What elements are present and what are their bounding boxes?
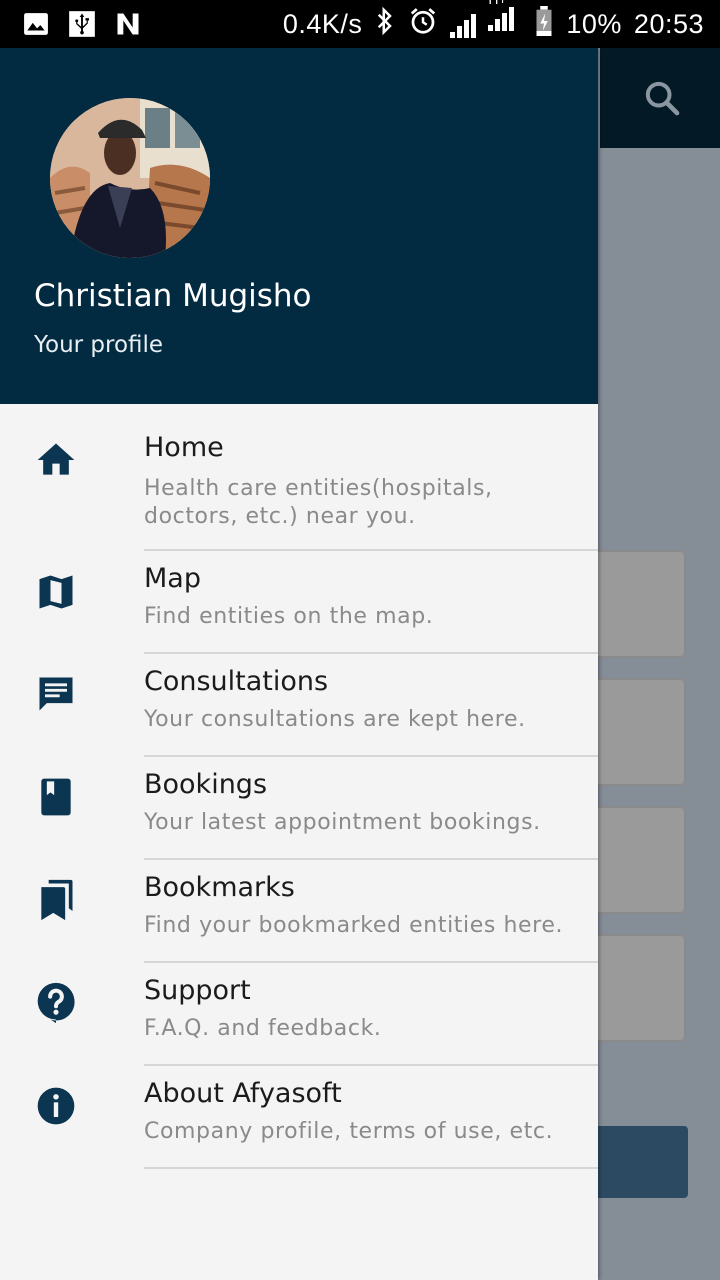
profile-name: Christian Mugisho (34, 278, 312, 314)
home-icon (34, 438, 78, 482)
navigation-drawer: Christian Mugisho Your profile Home Heal… (0, 48, 598, 1280)
network-speed: 0.4K/s (282, 8, 363, 39)
usb-icon (68, 10, 96, 38)
map-icon (34, 570, 78, 614)
alarm-icon (408, 6, 438, 43)
divider (144, 1167, 598, 1169)
battery-icon (534, 5, 554, 43)
drawer-menu: Home Health care entities(hospitals, doc… (0, 404, 598, 1169)
bluetooth-icon (374, 6, 396, 43)
menu-item-bookings[interactable]: Bookings Your latest appointment booking… (0, 757, 598, 860)
menu-description: Find entities on the map. (144, 604, 434, 629)
profile-subtitle[interactable]: Your profile (34, 332, 163, 358)
menu-item-support[interactable]: Support F.A.Q. and feedback. (0, 963, 598, 1066)
avatar[interactable] (50, 98, 210, 258)
help-icon (34, 981, 78, 1025)
menu-item-bookmarks[interactable]: Bookmarks Find your bookmarked entities … (0, 860, 598, 963)
menu-description: Your consultations are kept here. (144, 707, 526, 732)
menu-item-map[interactable]: Map Find entities on the map. (0, 551, 598, 654)
status-bar: 0.4K/s H+ 10% 20:53 (0, 0, 720, 48)
clock: 20:53 (633, 8, 704, 39)
menu-title: About Afyasoft (144, 1078, 342, 1109)
menu-title: Bookings (144, 769, 268, 800)
book-icon (34, 775, 78, 819)
signal-icon: H+ (450, 0, 522, 38)
menu-description: Your latest appointment bookings. (144, 810, 541, 835)
menu-title: Consultations (144, 666, 329, 697)
menu-title: Support (144, 975, 251, 1006)
chat-icon (34, 672, 78, 716)
menu-item-home[interactable]: Home Health care entities(hospitals, doc… (0, 404, 598, 551)
background-card (590, 934, 686, 1042)
menu-title: Map (144, 563, 201, 594)
background-card (590, 550, 686, 658)
background-card (590, 806, 686, 914)
menu-item-consultations[interactable]: Consultations Your consultations are kep… (0, 654, 598, 757)
image-notification-icon (22, 10, 50, 38)
menu-title: Bookmarks (144, 872, 295, 903)
drawer-header[interactable]: Christian Mugisho Your profile (0, 48, 598, 404)
bookmarks-icon (34, 878, 78, 922)
menu-item-about[interactable]: About Afyasoft Company profile, terms of… (0, 1066, 598, 1169)
network-type: H+ (488, 0, 506, 7)
n-notification-icon (114, 10, 142, 38)
menu-title: Home (144, 432, 224, 463)
menu-description: Company profile, terms of use, etc. (144, 1119, 554, 1144)
menu-description: Find your bookmarked entities here. (144, 913, 564, 938)
background-card (590, 678, 686, 786)
search-icon[interactable] (642, 78, 682, 118)
info-icon (34, 1084, 78, 1128)
menu-description: Health care entities(hospitals, doctors,… (144, 476, 493, 529)
battery-level: 10% (566, 8, 622, 39)
background-button (590, 1126, 688, 1198)
menu-description: F.A.Q. and feedback. (144, 1016, 382, 1041)
